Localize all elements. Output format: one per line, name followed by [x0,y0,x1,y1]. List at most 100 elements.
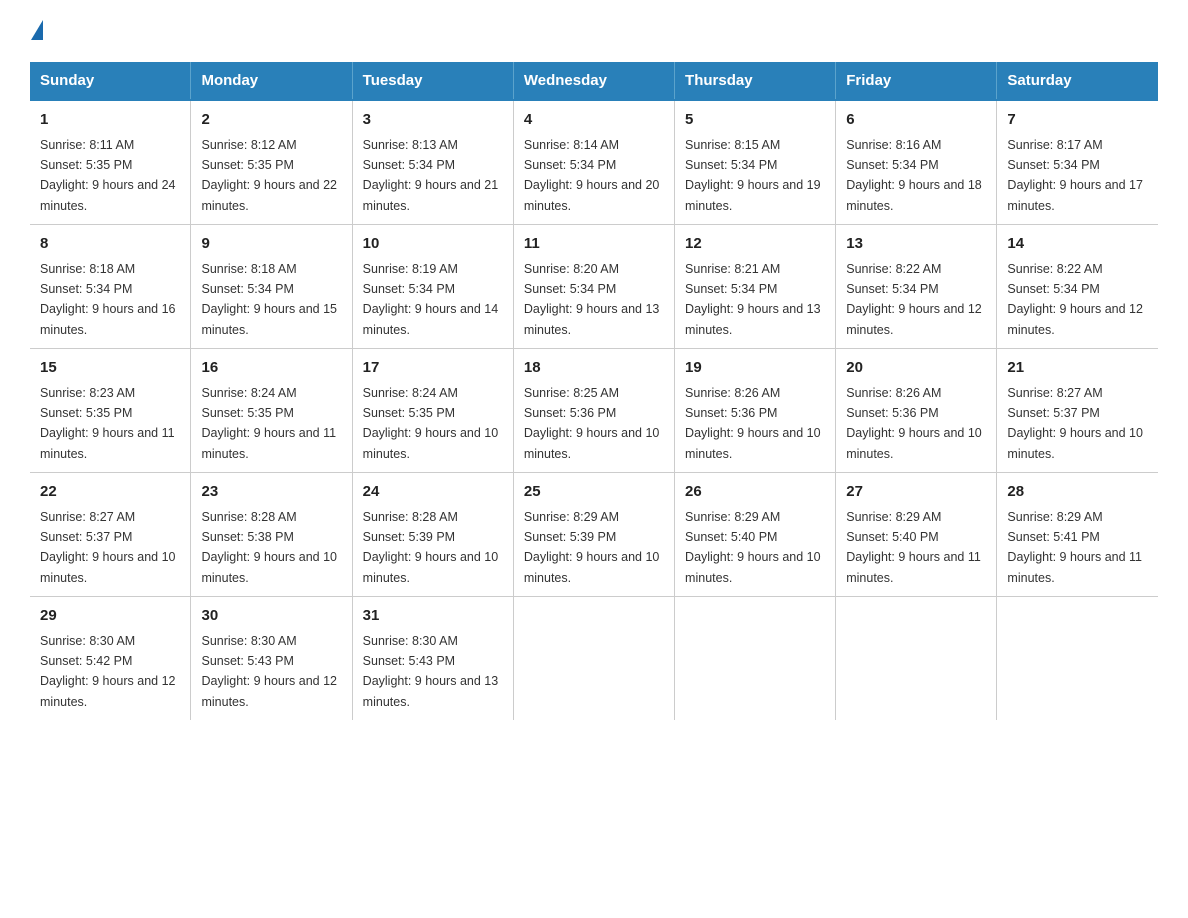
calendar-week-row: 1 Sunrise: 8:11 AMSunset: 5:35 PMDayligh… [30,100,1158,225]
day-number: 12 [685,233,825,256]
day-number: 29 [40,605,180,628]
day-info: Sunrise: 8:20 AMSunset: 5:34 PMDaylight:… [524,262,660,337]
day-info: Sunrise: 8:24 AMSunset: 5:35 PMDaylight:… [363,386,499,461]
day-info: Sunrise: 8:29 AMSunset: 5:41 PMDaylight:… [1007,510,1142,585]
calendar-cell: 18 Sunrise: 8:25 AMSunset: 5:36 PMDaylig… [513,349,674,473]
day-info: Sunrise: 8:25 AMSunset: 5:36 PMDaylight:… [524,386,660,461]
calendar-week-row: 29 Sunrise: 8:30 AMSunset: 5:42 PMDaylig… [30,597,1158,721]
calendar-cell: 12 Sunrise: 8:21 AMSunset: 5:34 PMDaylig… [675,225,836,349]
days-header-row: SundayMondayTuesdayWednesdayThursdayFrid… [30,62,1158,100]
day-info: Sunrise: 8:21 AMSunset: 5:34 PMDaylight:… [685,262,821,337]
day-info: Sunrise: 8:15 AMSunset: 5:34 PMDaylight:… [685,138,821,213]
day-number: 22 [40,481,180,504]
day-info: Sunrise: 8:30 AMSunset: 5:43 PMDaylight:… [201,634,337,709]
day-number: 28 [1007,481,1148,504]
calendar-cell: 21 Sunrise: 8:27 AMSunset: 5:37 PMDaylig… [997,349,1158,473]
day-info: Sunrise: 8:23 AMSunset: 5:35 PMDaylight:… [40,386,175,461]
calendar-cell: 15 Sunrise: 8:23 AMSunset: 5:35 PMDaylig… [30,349,191,473]
calendar-cell: 6 Sunrise: 8:16 AMSunset: 5:34 PMDayligh… [836,100,997,225]
day-info: Sunrise: 8:16 AMSunset: 5:34 PMDaylight:… [846,138,982,213]
calendar-cell: 8 Sunrise: 8:18 AMSunset: 5:34 PMDayligh… [30,225,191,349]
day-info: Sunrise: 8:29 AMSunset: 5:40 PMDaylight:… [846,510,981,585]
day-info: Sunrise: 8:30 AMSunset: 5:42 PMDaylight:… [40,634,176,709]
day-number: 24 [363,481,503,504]
day-info: Sunrise: 8:29 AMSunset: 5:40 PMDaylight:… [685,510,821,585]
day-header-friday: Friday [836,62,997,100]
day-number: 30 [201,605,341,628]
day-number: 1 [40,109,180,132]
calendar-cell: 9 Sunrise: 8:18 AMSunset: 5:34 PMDayligh… [191,225,352,349]
day-info: Sunrise: 8:19 AMSunset: 5:34 PMDaylight:… [363,262,499,337]
day-header-wednesday: Wednesday [513,62,674,100]
calendar-cell: 1 Sunrise: 8:11 AMSunset: 5:35 PMDayligh… [30,100,191,225]
day-number: 18 [524,357,664,380]
day-number: 6 [846,109,986,132]
calendar-cell: 19 Sunrise: 8:26 AMSunset: 5:36 PMDaylig… [675,349,836,473]
day-number: 9 [201,233,341,256]
day-number: 21 [1007,357,1148,380]
day-number: 13 [846,233,986,256]
day-info: Sunrise: 8:17 AMSunset: 5:34 PMDaylight:… [1007,138,1143,213]
calendar-cell: 24 Sunrise: 8:28 AMSunset: 5:39 PMDaylig… [352,473,513,597]
day-info: Sunrise: 8:11 AMSunset: 5:35 PMDaylight:… [40,138,176,213]
day-info: Sunrise: 8:18 AMSunset: 5:34 PMDaylight:… [40,262,176,337]
calendar-cell: 27 Sunrise: 8:29 AMSunset: 5:40 PMDaylig… [836,473,997,597]
day-number: 11 [524,233,664,256]
calendar-cell: 13 Sunrise: 8:22 AMSunset: 5:34 PMDaylig… [836,225,997,349]
day-number: 20 [846,357,986,380]
calendar-cell: 5 Sunrise: 8:15 AMSunset: 5:34 PMDayligh… [675,100,836,225]
calendar-cell: 16 Sunrise: 8:24 AMSunset: 5:35 PMDaylig… [191,349,352,473]
day-header-tuesday: Tuesday [352,62,513,100]
day-number: 4 [524,109,664,132]
day-info: Sunrise: 8:22 AMSunset: 5:34 PMDaylight:… [846,262,982,337]
calendar-table: SundayMondayTuesdayWednesdayThursdayFrid… [30,62,1158,720]
day-info: Sunrise: 8:24 AMSunset: 5:35 PMDaylight:… [201,386,336,461]
calendar-cell [997,597,1158,721]
day-header-saturday: Saturday [997,62,1158,100]
day-number: 25 [524,481,664,504]
day-info: Sunrise: 8:28 AMSunset: 5:39 PMDaylight:… [363,510,499,585]
calendar-cell: 10 Sunrise: 8:19 AMSunset: 5:34 PMDaylig… [352,225,513,349]
calendar-cell [836,597,997,721]
calendar-cell: 26 Sunrise: 8:29 AMSunset: 5:40 PMDaylig… [675,473,836,597]
day-header-thursday: Thursday [675,62,836,100]
day-number: 7 [1007,109,1148,132]
day-number: 19 [685,357,825,380]
day-info: Sunrise: 8:30 AMSunset: 5:43 PMDaylight:… [363,634,499,709]
day-number: 10 [363,233,503,256]
day-header-monday: Monday [191,62,352,100]
calendar-cell: 17 Sunrise: 8:24 AMSunset: 5:35 PMDaylig… [352,349,513,473]
calendar-cell: 30 Sunrise: 8:30 AMSunset: 5:43 PMDaylig… [191,597,352,721]
page-header [30,20,1158,42]
day-number: 15 [40,357,180,380]
calendar-week-row: 8 Sunrise: 8:18 AMSunset: 5:34 PMDayligh… [30,225,1158,349]
day-info: Sunrise: 8:12 AMSunset: 5:35 PMDaylight:… [201,138,337,213]
calendar-cell: 3 Sunrise: 8:13 AMSunset: 5:34 PMDayligh… [352,100,513,225]
calendar-week-row: 15 Sunrise: 8:23 AMSunset: 5:35 PMDaylig… [30,349,1158,473]
calendar-cell: 29 Sunrise: 8:30 AMSunset: 5:42 PMDaylig… [30,597,191,721]
day-number: 23 [201,481,341,504]
day-number: 2 [201,109,341,132]
calendar-cell: 28 Sunrise: 8:29 AMSunset: 5:41 PMDaylig… [997,473,1158,597]
day-number: 16 [201,357,341,380]
day-info: Sunrise: 8:27 AMSunset: 5:37 PMDaylight:… [1007,386,1143,461]
logo [30,20,43,42]
day-info: Sunrise: 8:22 AMSunset: 5:34 PMDaylight:… [1007,262,1143,337]
day-info: Sunrise: 8:29 AMSunset: 5:39 PMDaylight:… [524,510,660,585]
day-info: Sunrise: 8:27 AMSunset: 5:37 PMDaylight:… [40,510,176,585]
day-number: 5 [685,109,825,132]
logo-arrow-icon [31,20,43,40]
day-number: 31 [363,605,503,628]
day-info: Sunrise: 8:28 AMSunset: 5:38 PMDaylight:… [201,510,337,585]
calendar-cell [675,597,836,721]
calendar-cell: 2 Sunrise: 8:12 AMSunset: 5:35 PMDayligh… [191,100,352,225]
day-info: Sunrise: 8:13 AMSunset: 5:34 PMDaylight:… [363,138,499,213]
day-number: 3 [363,109,503,132]
day-info: Sunrise: 8:26 AMSunset: 5:36 PMDaylight:… [685,386,821,461]
day-number: 14 [1007,233,1148,256]
day-info: Sunrise: 8:26 AMSunset: 5:36 PMDaylight:… [846,386,982,461]
day-number: 27 [846,481,986,504]
day-number: 26 [685,481,825,504]
day-info: Sunrise: 8:18 AMSunset: 5:34 PMDaylight:… [201,262,337,337]
calendar-cell: 25 Sunrise: 8:29 AMSunset: 5:39 PMDaylig… [513,473,674,597]
